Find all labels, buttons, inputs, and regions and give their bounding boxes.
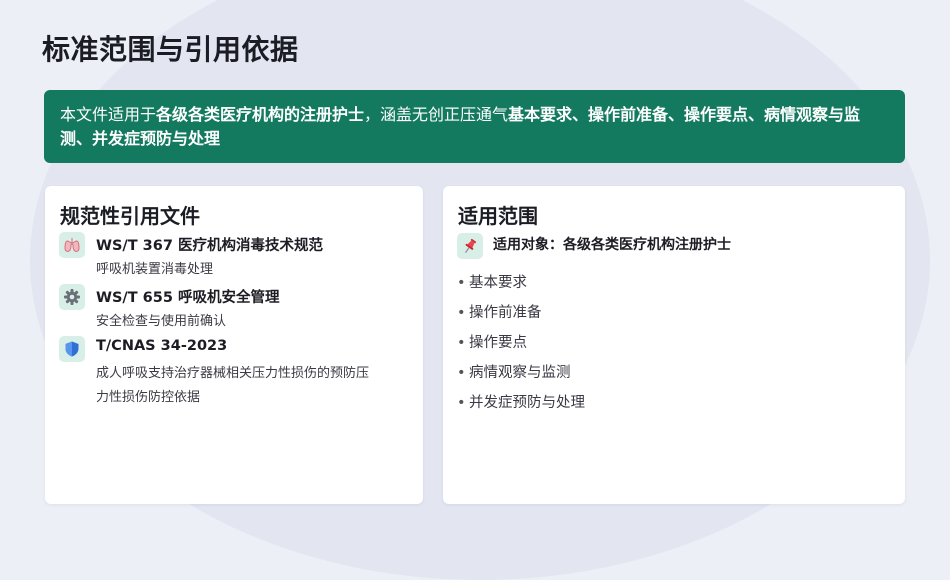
scope-banner: 本文件适用于各级各类医疗机构的注册护士，涵盖无创正压通气基本要求、操作前准备、操… <box>44 90 905 163</box>
bullet: • <box>457 335 466 351</box>
bullet: • <box>457 275 466 291</box>
reference-description: 安全检查与使用前确认 <box>96 314 227 329</box>
list-item: • 病情观察与监测 <box>457 358 585 388</box>
target-audience-text: 适用对象：各级各类医疗机构注册护士 <box>493 237 731 253</box>
lung-icon <box>59 232 85 258</box>
scope-card: 适用范围 适用对象：各级各类医疗机构注册护士 • 基本要求 • 操作前准备 • 操作要… <box>443 186 905 504</box>
list-item: • 操作要点 <box>457 328 585 358</box>
reference-code: WS/T 655 呼吸机安全管理 <box>96 290 280 306</box>
list-item: • 并发症预防与处理 <box>457 388 585 418</box>
references-title: 规范性引用文件 <box>60 204 200 228</box>
reference-code: WS/T 367 医疗机构消毒技术规范 <box>96 238 323 254</box>
reference-description: 呼吸机装置消毒处理 <box>96 262 214 277</box>
shield-icon <box>59 336 85 362</box>
scope-list: • 基本要求 • 操作前准备 • 操作要点 • 病情观察与监测 • 并发症预防与处理 <box>457 268 585 418</box>
references-card: 规范性引用文件 WS/T 367 医疗机构消毒技术规范 呼吸机装置消毒处理 WS… <box>45 186 423 504</box>
banner-bold-1: 各级各类医疗机构的注册护士 <box>156 105 365 124</box>
reference-code: T/CNAS 34-2023 <box>96 338 228 354</box>
list-item: • 基本要求 <box>457 268 585 298</box>
slide: 标准范围与引用依据 本文件适用于各级各类医疗机构的注册护士，涵盖无创正压通气基本… <box>0 0 950 535</box>
list-item-label: 操作要点 <box>469 335 527 351</box>
pushpin-icon <box>457 233 483 259</box>
list-item-label: 操作前准备 <box>469 305 542 321</box>
list-item: • 操作前准备 <box>457 298 585 328</box>
banner-text-2: ，涵盖无创正压通气 <box>364 105 509 124</box>
page-title: 标准范围与引用依据 <box>42 33 299 66</box>
gear-icon <box>59 284 85 310</box>
list-item-label: 病情观察与监测 <box>469 365 571 381</box>
bullet: • <box>457 305 466 321</box>
reference-description: 成人呼吸支持治疗器械相关压力性损伤的预防压力性损伤防控依据 <box>96 366 370 405</box>
bullet: • <box>457 365 466 381</box>
list-item-label: 并发症预防与处理 <box>469 395 585 411</box>
list-item-label: 基本要求 <box>469 275 527 291</box>
scope-title: 适用范围 <box>458 204 538 228</box>
banner-text-1: 本文件适用于 <box>60 105 157 124</box>
bullet: • <box>457 395 466 411</box>
